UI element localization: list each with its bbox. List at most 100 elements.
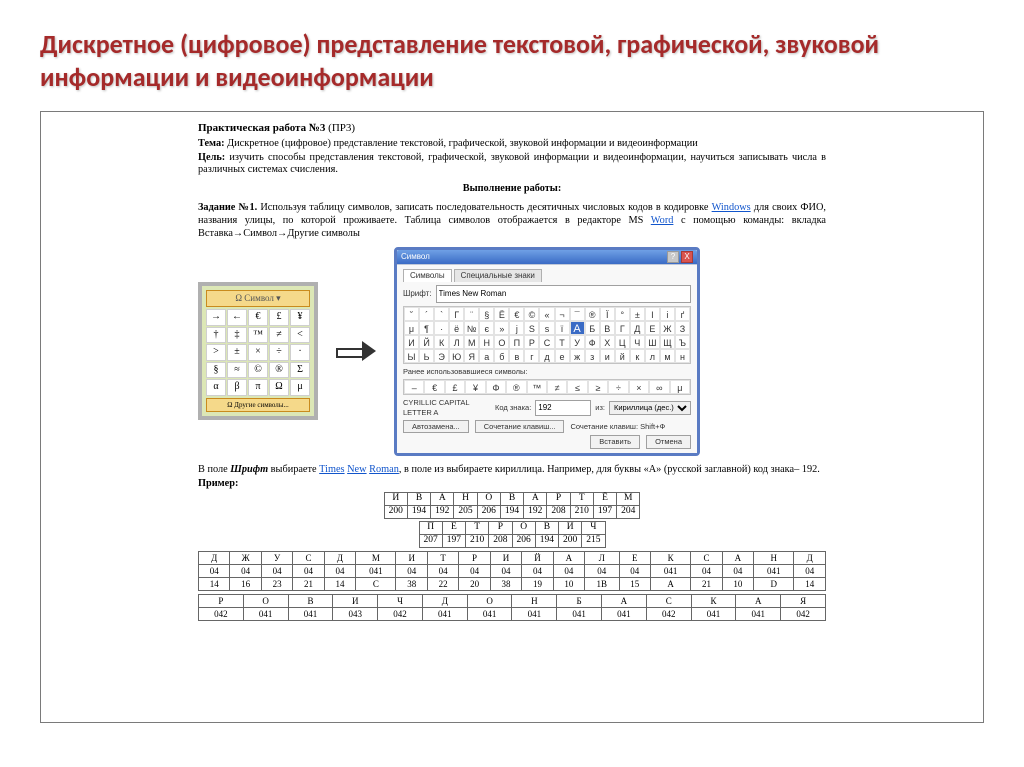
- char-cell[interactable]: Т: [555, 335, 570, 349]
- char-cell[interactable]: Ї: [600, 307, 615, 321]
- char-cell[interactable]: Ъ: [675, 335, 690, 349]
- char-cell[interactable]: Н: [479, 335, 494, 349]
- symbol-cell[interactable]: £: [269, 309, 289, 326]
- symbol-cell[interactable]: <: [290, 327, 310, 344]
- symbol-cell[interactable]: ←: [227, 309, 247, 326]
- char-cell[interactable]: ¨: [464, 307, 479, 321]
- symbol-cell[interactable]: €: [248, 309, 268, 326]
- char-cell[interactable]: з: [585, 349, 600, 363]
- font-input[interactable]: [436, 285, 691, 303]
- recent-cell[interactable]: ¥: [465, 380, 485, 394]
- recent-cell[interactable]: £: [445, 380, 465, 394]
- char-cell[interactable]: н: [675, 349, 690, 363]
- char-cell[interactable]: ¯: [570, 307, 585, 321]
- from-select[interactable]: Кириллица (дес.): [609, 401, 691, 415]
- symbol-cell[interactable]: ÷: [269, 344, 289, 361]
- char-cell[interactable]: €: [509, 307, 524, 321]
- recent-cell[interactable]: –: [404, 380, 424, 394]
- char-cell[interactable]: ±: [630, 307, 645, 321]
- char-cell[interactable]: Ф: [585, 335, 600, 349]
- symbol-cell[interactable]: ¥: [290, 309, 310, 326]
- symbol-cell[interactable]: ×: [248, 344, 268, 361]
- char-cell[interactable]: а: [479, 349, 494, 363]
- link-roman[interactable]: Roman: [369, 464, 399, 475]
- recent-cell[interactable]: ®: [506, 380, 526, 394]
- char-cell[interactable]: ˘: [404, 307, 419, 321]
- recent-cell[interactable]: ≤: [567, 380, 587, 394]
- recent-cell[interactable]: μ: [670, 380, 690, 394]
- code-input[interactable]: [535, 400, 591, 416]
- char-cell[interactable]: Я: [464, 349, 479, 363]
- recent-cell[interactable]: ≥: [588, 380, 608, 394]
- symbol-cell[interactable]: μ: [290, 379, 310, 396]
- char-cell[interactable]: Р: [524, 335, 539, 349]
- more-symbols-link[interactable]: Ω Другие символы...: [206, 398, 310, 413]
- char-cell[interactable]: Г: [615, 321, 630, 335]
- symbol-cell[interactable]: ≈: [227, 362, 247, 379]
- char-cell[interactable]: ж: [570, 349, 585, 363]
- char-cell[interactable]: Ё: [494, 307, 509, 321]
- symbol-cell[interactable]: Σ: [290, 362, 310, 379]
- close-icon[interactable]: X: [681, 251, 693, 263]
- char-cell[interactable]: ®: [585, 307, 600, 321]
- char-cell[interactable]: ї: [555, 321, 570, 335]
- char-cell[interactable]: л: [645, 349, 660, 363]
- recent-grid[interactable]: –€£¥Φ®™≠≤≥÷×∞μ: [403, 379, 691, 395]
- char-cell[interactable]: Ь: [419, 349, 434, 363]
- symbol-cell[interactable]: ±: [227, 344, 247, 361]
- recent-cell[interactable]: ∞: [649, 380, 669, 394]
- char-grid[interactable]: ˘´`Γ¨§Ё€©«¬¯®Ї°±Ііґμ¶·ё№є»јЅѕїАБВГДЕЖЗИЙ…: [403, 306, 691, 364]
- char-cell[interactable]: Ѕ: [524, 321, 539, 335]
- char-cell[interactable]: Е: [645, 321, 660, 335]
- link-windows[interactable]: Windows: [712, 202, 751, 213]
- char-cell[interactable]: П: [509, 335, 524, 349]
- char-cell[interactable]: е: [555, 349, 570, 363]
- recent-cell[interactable]: ÷: [608, 380, 628, 394]
- char-cell[interactable]: З: [675, 321, 690, 335]
- dialog-titlebar[interactable]: Символ ?X: [397, 250, 697, 264]
- char-cell[interactable]: И: [404, 335, 419, 349]
- char-cell[interactable]: Щ: [660, 335, 675, 349]
- tab-symbols[interactable]: Символы: [403, 269, 452, 282]
- char-cell[interactable]: ©: [524, 307, 539, 321]
- char-cell[interactable]: Ц: [615, 335, 630, 349]
- char-cell[interactable]: к: [630, 349, 645, 363]
- symbol-cell[interactable]: ©: [248, 362, 268, 379]
- char-cell[interactable]: Ш: [645, 335, 660, 349]
- recent-cell[interactable]: Φ: [486, 380, 506, 394]
- char-cell[interactable]: в: [509, 349, 524, 363]
- char-cell[interactable]: д: [539, 349, 554, 363]
- char-cell[interactable]: °: [615, 307, 630, 321]
- char-cell[interactable]: »: [494, 321, 509, 335]
- btn-autocorrect[interactable]: Автозамена...: [403, 420, 469, 433]
- btn-shortcut[interactable]: Сочетание клавиш...: [475, 420, 565, 433]
- char-cell[interactable]: `: [434, 307, 449, 321]
- symbol-cell[interactable]: Ω: [269, 379, 289, 396]
- char-cell[interactable]: ·: [434, 321, 449, 335]
- link-times[interactable]: Times: [319, 464, 344, 475]
- char-cell[interactable]: І: [645, 307, 660, 321]
- char-cell[interactable]: §: [479, 307, 494, 321]
- symbol-quick-grid[interactable]: →←€£¥†‡™≠<>±×÷·§≈©®ΣαβπΩμ: [206, 309, 310, 396]
- symbol-cell[interactable]: >: [206, 344, 226, 361]
- char-cell[interactable]: Д: [630, 321, 645, 335]
- char-cell[interactable]: М: [464, 335, 479, 349]
- symbol-cell[interactable]: †: [206, 327, 226, 344]
- symbol-cell[interactable]: β: [227, 379, 247, 396]
- recent-cell[interactable]: ×: [629, 380, 649, 394]
- char-cell[interactable]: ё: [449, 321, 464, 335]
- char-cell[interactable]: ¶: [419, 321, 434, 335]
- symbol-cell[interactable]: ®: [269, 362, 289, 379]
- recent-cell[interactable]: €: [424, 380, 444, 394]
- symbol-cell[interactable]: §: [206, 362, 226, 379]
- char-cell[interactable]: й: [615, 349, 630, 363]
- char-cell[interactable]: Ы: [404, 349, 419, 363]
- char-cell[interactable]: и: [600, 349, 615, 363]
- char-cell[interactable]: Э: [434, 349, 449, 363]
- char-cell[interactable]: μ: [404, 321, 419, 335]
- symbol-dropdown-header[interactable]: Ω Символ ▾: [206, 290, 310, 307]
- char-cell[interactable]: С: [539, 335, 554, 349]
- char-cell[interactable]: Ч: [630, 335, 645, 349]
- symbol-cell[interactable]: ™: [248, 327, 268, 344]
- char-cell[interactable]: ґ: [675, 307, 690, 321]
